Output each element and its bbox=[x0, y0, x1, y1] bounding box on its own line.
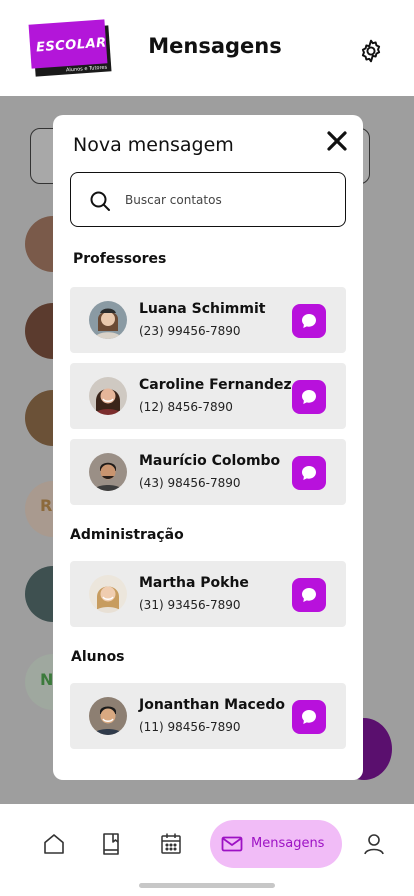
start-chat-button[interactable] bbox=[292, 304, 326, 338]
avatar bbox=[89, 301, 127, 339]
contact-item[interactable]: Martha Pokhe (31) 93456-7890 bbox=[70, 561, 346, 627]
nav-item-mensagens[interactable]: Mensagens bbox=[210, 820, 342, 868]
gear-icon[interactable] bbox=[358, 38, 384, 64]
book-icon[interactable] bbox=[97, 830, 125, 858]
contact-name: Maurício Colombo bbox=[139, 453, 281, 469]
chat-bubble-icon bbox=[302, 710, 316, 724]
chat-bubble-icon bbox=[302, 466, 316, 480]
contact-phone: (11) 98456-7890 bbox=[139, 720, 241, 734]
start-chat-button[interactable] bbox=[292, 456, 326, 490]
avatar bbox=[89, 575, 127, 613]
start-chat-button[interactable] bbox=[292, 380, 326, 414]
calendar-icon[interactable] bbox=[157, 830, 185, 858]
mail-icon bbox=[221, 836, 243, 852]
section-title-alunos: Alunos bbox=[71, 649, 125, 665]
contact-phone: (43) 98456-7890 bbox=[139, 476, 241, 490]
section-title-administracao: Administração bbox=[70, 527, 184, 543]
avatar bbox=[89, 453, 127, 491]
section-title-professores: Professores bbox=[73, 251, 167, 267]
app-header: ESCOLAR Alunos e Tutores Mensagens bbox=[0, 0, 414, 96]
bottom-navigation: Mensagens bbox=[0, 804, 414, 896]
close-icon[interactable] bbox=[323, 127, 351, 155]
start-chat-button[interactable] bbox=[292, 578, 326, 612]
background-initial: N bbox=[40, 670, 54, 689]
contact-item[interactable]: Luana Schimmit (23) 99456-7890 bbox=[70, 287, 346, 353]
avatar bbox=[89, 697, 127, 735]
search-input[interactable] bbox=[125, 188, 325, 212]
contact-phone: (12) 8456-7890 bbox=[139, 400, 233, 414]
contact-item[interactable]: Jonanthan Macedo (11) 98456-7890 bbox=[70, 683, 346, 749]
page-title: Mensagens bbox=[148, 34, 282, 58]
search-icon bbox=[90, 191, 110, 211]
contact-name: Luana Schimmit bbox=[139, 301, 266, 317]
contact-name: Martha Pokhe bbox=[139, 575, 249, 591]
contact-item[interactable]: Caroline Fernandez (12) 8456-7890 bbox=[70, 363, 346, 429]
contact-name: Caroline Fernandez bbox=[139, 377, 292, 393]
background-initial: R bbox=[40, 496, 53, 515]
modal-title: Nova mensagem bbox=[73, 134, 234, 156]
chat-bubble-icon bbox=[302, 390, 316, 404]
avatar bbox=[89, 377, 127, 415]
new-message-modal: Nova mensagem Professores Luana Schimmit… bbox=[53, 115, 363, 780]
start-chat-button[interactable] bbox=[292, 700, 326, 734]
user-icon[interactable] bbox=[360, 830, 388, 858]
search-box[interactable] bbox=[70, 172, 346, 227]
home-icon[interactable] bbox=[40, 830, 68, 858]
contact-phone: (31) 93456-7890 bbox=[139, 598, 241, 612]
contact-phone: (23) 99456-7890 bbox=[139, 324, 241, 338]
screen: ESCOLAR Alunos e Tutores Mensagens R N N… bbox=[0, 0, 414, 896]
home-indicator bbox=[139, 883, 275, 888]
contact-item[interactable]: Maurício Colombo (43) 98456-7890 bbox=[70, 439, 346, 505]
nav-active-label: Mensagens bbox=[251, 836, 325, 851]
chat-bubble-icon bbox=[302, 314, 316, 328]
contact-name: Jonanthan Macedo bbox=[139, 697, 285, 713]
chat-bubble-icon bbox=[302, 588, 316, 602]
